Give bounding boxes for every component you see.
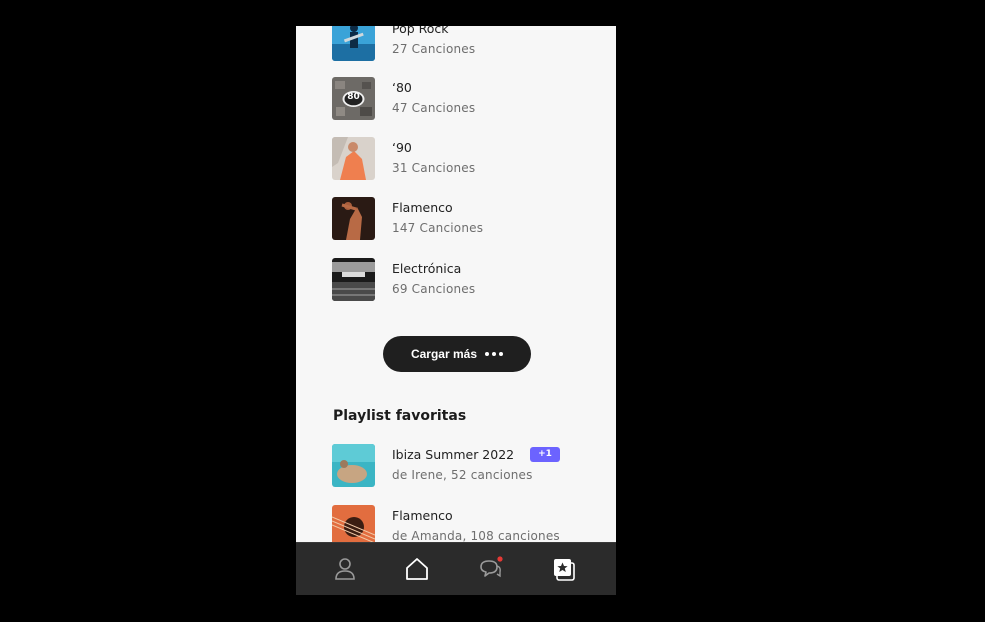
favorites-icon[interactable] (550, 555, 578, 583)
chat-icon[interactable] (476, 555, 504, 583)
pop-rock-cover (332, 26, 375, 61)
content-scroll[interactable]: Pop Rock 27 Canciones 80 ‘80 47 Cancione… (296, 26, 616, 542)
playlist-title: Flamenco (392, 508, 453, 523)
playlist-item-flamenco[interactable]: Flamenco de Amanda, 108 canciones (332, 505, 602, 542)
ibiza-cover (332, 444, 375, 487)
genre-title: Pop Rock (392, 26, 449, 36)
genre-song-count: 147 Canciones (392, 221, 484, 235)
home-icon[interactable] (403, 555, 431, 583)
profile-icon[interactable] (331, 555, 359, 583)
bottom-navigation (296, 542, 616, 595)
genre-song-count: 47 Canciones (392, 101, 476, 115)
load-more-label: Cargar más (410, 347, 478, 361)
flamenco-cover (332, 197, 375, 240)
more-dots-icon (485, 352, 504, 356)
genre-title: Flamenco (392, 200, 453, 215)
genre-song-count: 69 Canciones (392, 282, 476, 296)
section-title-favorites: Playlist favoritas (333, 408, 467, 424)
playlist-item-ibiza[interactable]: Ibiza Summer 2022 de Irene, 52 canciones (332, 444, 602, 488)
app-screen: Pop Rock 27 Canciones 80 ‘80 47 Cancione… (296, 26, 616, 595)
eighties-label: 80 (347, 92, 360, 102)
genre-item-90s[interactable]: ‘90 31 Canciones (332, 137, 602, 181)
genre-item-80s[interactable]: 80 ‘80 47 Canciones (332, 77, 602, 121)
genre-song-count: 31 Canciones (392, 161, 476, 175)
collaborator-badge: +1 (530, 447, 560, 462)
genre-title: Electrónica (392, 261, 462, 276)
playlist-subtitle: de Irene, 52 canciones (392, 468, 533, 482)
genre-title: ‘80 (392, 80, 412, 95)
guitar-cover (332, 505, 375, 542)
playlist-subtitle: de Amanda, 108 canciones (392, 529, 560, 542)
genre-item-electronica[interactable]: Electrónica 69 Canciones (332, 258, 602, 302)
load-more-button[interactable]: Cargar más (383, 336, 531, 372)
genre-title: ‘90 (392, 140, 412, 155)
playlist-title: Ibiza Summer 2022 (392, 447, 515, 462)
genre-item-pop-rock[interactable]: Pop Rock 27 Canciones (332, 26, 602, 62)
genre-item-flamenco[interactable]: Flamenco 147 Canciones (332, 197, 602, 241)
electronica-cover (332, 258, 375, 301)
genre-song-count: 27 Canciones (392, 42, 476, 56)
nineties-cover (332, 137, 375, 180)
eighties-cover: 80 (332, 77, 375, 120)
